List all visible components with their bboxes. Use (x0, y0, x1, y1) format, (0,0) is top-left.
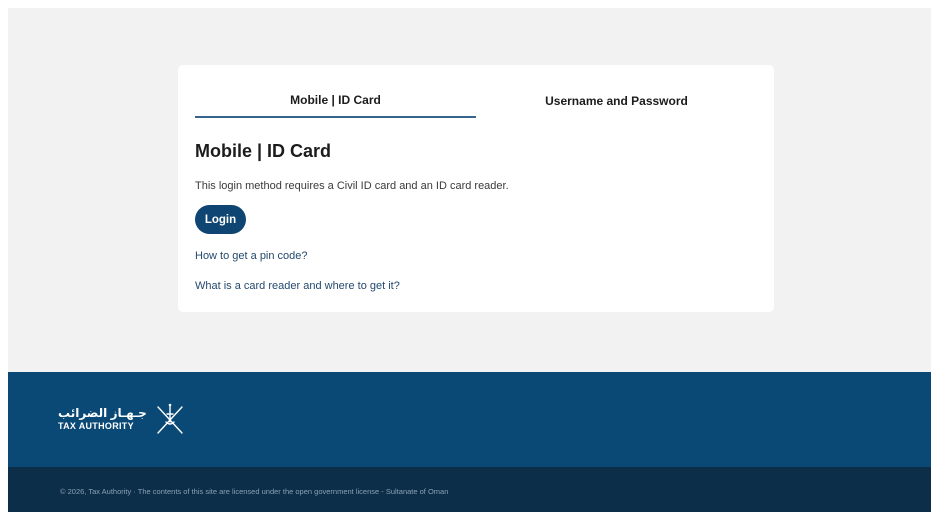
login-card: Mobile | ID Card Username and Password M… (178, 65, 774, 312)
logo-english-text: TAX AUTHORITY (58, 421, 134, 431)
card-description: This login method requires a Civil ID ca… (195, 180, 509, 192)
card-reader-help-link[interactable]: What is a card reader and where to get i… (195, 280, 400, 292)
login-method-tabs: Mobile | ID Card Username and Password (195, 83, 755, 118)
oman-khanjar-emblem-icon (157, 403, 183, 434)
footer-bottom: © 2026, Tax Authority · The contents of … (8, 467, 931, 512)
page: Mobile | ID Card Username and Password M… (0, 0, 931, 512)
login-button[interactable]: Login (195, 205, 246, 234)
tab-mobile-id-card[interactable]: Mobile | ID Card (195, 83, 476, 118)
footer-top: جـهـاز الضرائب TAX AUTHORITY (8, 372, 931, 467)
logo-arabic-text: جـهـاز الضرائب (58, 406, 147, 420)
copyright-text: © 2026, Tax Authority · The contents of … (60, 487, 449, 496)
tax-authority-logo[interactable]: جـهـاز الضرائب TAX AUTHORITY (58, 399, 187, 439)
logo-text: جـهـاز الضرائب TAX AUTHORITY (58, 406, 147, 432)
content-area: Mobile | ID Card Username and Password M… (8, 8, 931, 372)
card-heading: Mobile | ID Card (195, 141, 332, 161)
pin-code-help-link[interactable]: How to get a pin code? (195, 250, 308, 262)
tab-username-password[interactable]: Username and Password (476, 83, 757, 118)
